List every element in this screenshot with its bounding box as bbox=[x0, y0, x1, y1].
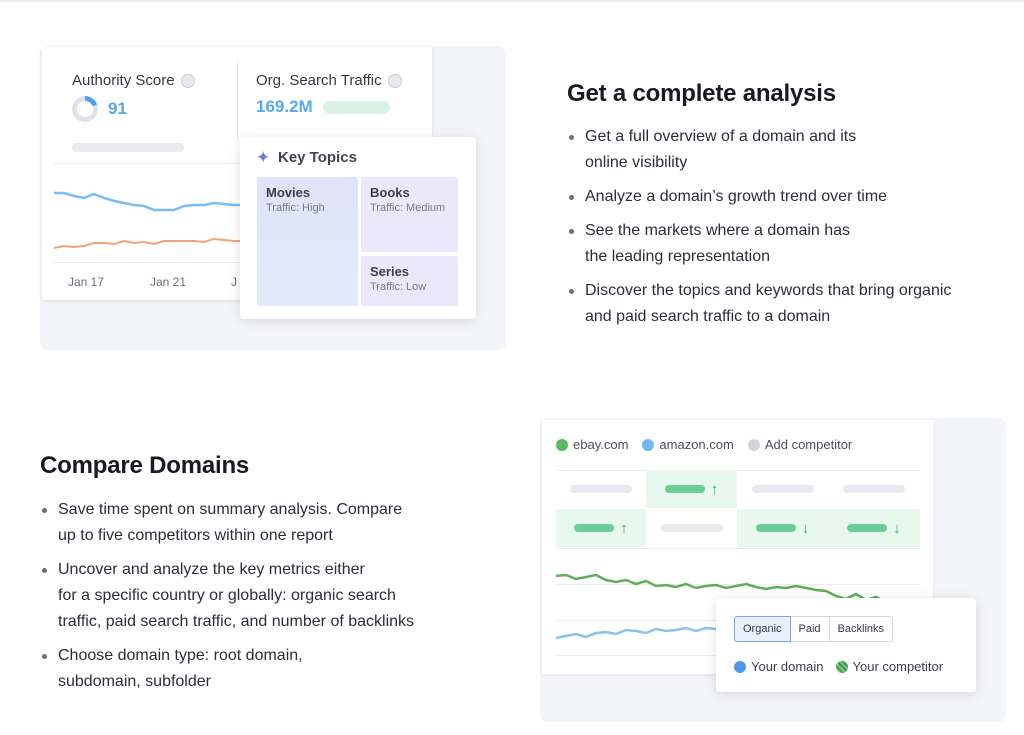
metric-tabs-popup bbox=[716, 598, 976, 692]
tab-organic[interactable]: Organic bbox=[734, 616, 791, 642]
domain-trend-line bbox=[555, 626, 717, 640]
legend-label: Your competitor bbox=[852, 659, 944, 674]
metric-tab-group: Organic Paid Backlinks bbox=[734, 616, 894, 642]
chart-legend: Your domain Your competitor bbox=[734, 659, 943, 674]
legend-your-domain: Your domain bbox=[734, 659, 824, 674]
tab-paid[interactable]: Paid bbox=[789, 616, 830, 642]
legend-your-competitor: Your competitor bbox=[835, 659, 944, 674]
tab-backlinks[interactable]: Backlinks bbox=[828, 616, 894, 642]
legend-color-dot bbox=[835, 660, 848, 673]
legend-color-dot bbox=[734, 660, 746, 673]
legend-label: Your domain bbox=[751, 659, 824, 674]
